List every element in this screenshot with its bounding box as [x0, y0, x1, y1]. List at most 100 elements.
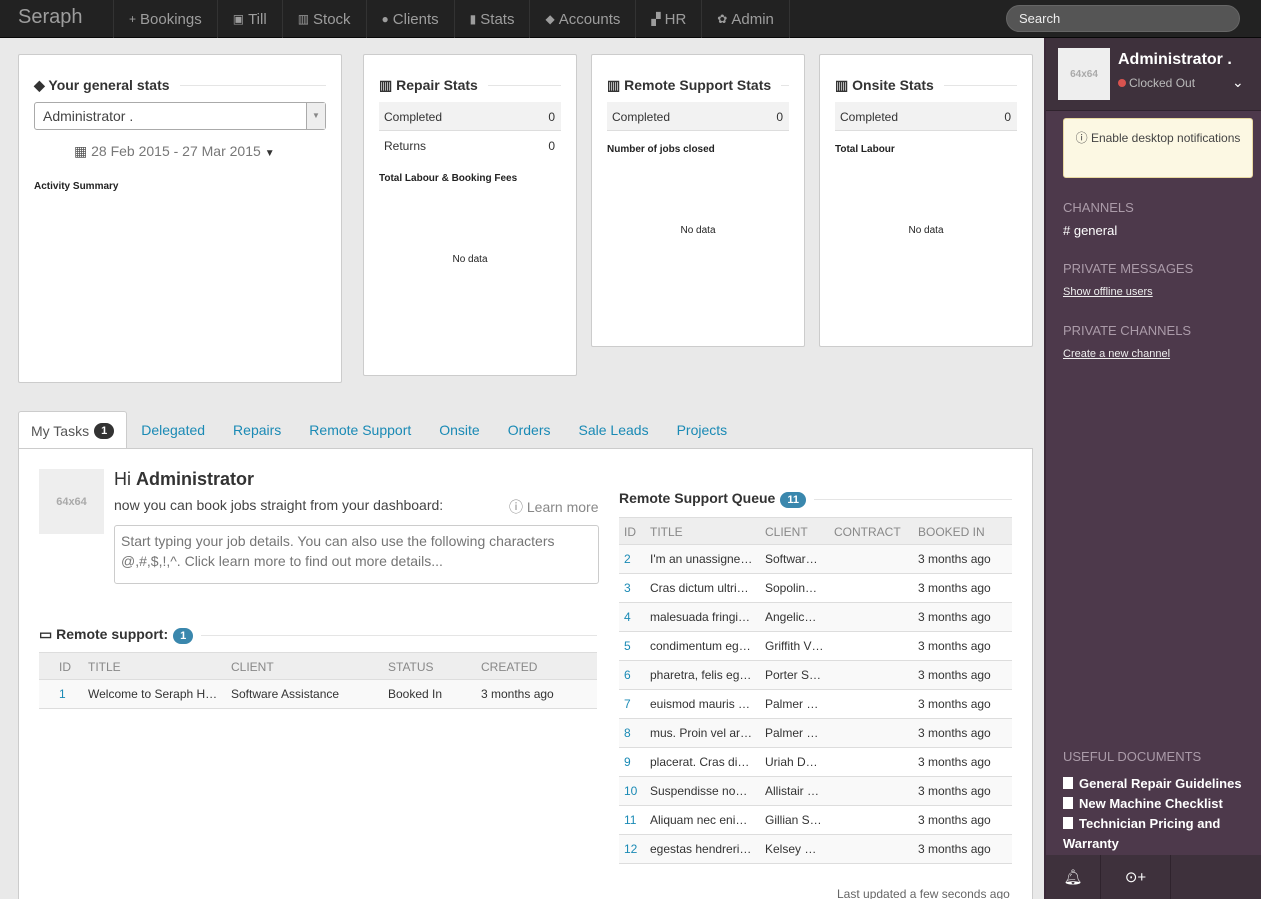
col-title[interactable]: TITLE	[650, 525, 683, 539]
cell-booked-in: 3 months ago	[918, 610, 991, 624]
nav-label: Bookings	[140, 10, 202, 28]
avatar: 64x64	[1058, 48, 1110, 100]
cell-id[interactable]: 12	[624, 842, 637, 856]
nav-admin[interactable]: ✿ Admin	[701, 0, 790, 38]
nav-clients[interactable]: ● Clients	[365, 0, 454, 38]
nav-label: Stats	[480, 10, 515, 28]
cell-title: Aliquam nec eni…	[650, 813, 748, 827]
cell-client: Gillian S…	[765, 813, 822, 827]
chart-label: Total Labour & Booking Fees	[379, 173, 518, 184]
tab-sale-leads[interactable]: Sale Leads	[565, 411, 663, 449]
doc-link[interactable]: New Machine Checklist	[1063, 794, 1253, 814]
cell-id[interactable]: 8	[624, 726, 631, 740]
col-client[interactable]: CLIENT	[231, 660, 274, 674]
stat-label: Completed	[840, 110, 899, 124]
tab-projects[interactable]: Projects	[663, 411, 742, 449]
table-row[interactable]: 5 condimentum eg… Griffith V… 3 months ago	[619, 632, 1012, 661]
table-row[interactable]: 6 pharetra, felis eg… Porter S… 3 months ag…	[619, 661, 1012, 690]
table-row[interactable]: 11 Aliquam nec eni… Gillian S… 3 months ago	[619, 806, 1012, 835]
repair-stats-title: ▥ Repair Stats	[379, 77, 488, 94]
doc-link[interactable]: General Repair Guidelines	[1063, 774, 1253, 794]
activity-summary-label: Activity Summary	[34, 181, 119, 192]
cell-id[interactable]: 10	[624, 784, 637, 798]
doc-link[interactable]: Technician Pricing and Warranty	[1063, 814, 1253, 854]
search-input[interactable]	[1006, 5, 1240, 32]
col-status[interactable]: STATUS	[388, 660, 434, 674]
nav-bookings[interactable]: + Bookings	[113, 0, 217, 38]
info-icon: ⓘ	[509, 499, 523, 515]
cell-id[interactable]: 5	[624, 639, 631, 653]
cell-id[interactable]: 11	[624, 813, 636, 827]
tab-repairs[interactable]: Repairs	[219, 411, 295, 449]
doc-title: Technician Pricing and Warranty	[1063, 816, 1221, 851]
table-row[interactable]: 9 placerat. Cras di… Uriah D… 3 months ago	[619, 748, 1012, 777]
user-select[interactable]: Administrator . ▼	[34, 102, 326, 130]
queue-table-header: ID TITLE CLIENT CONTRACT BOOKED IN	[619, 517, 1012, 545]
col-contract[interactable]: CONTRACT	[834, 525, 901, 539]
table-row[interactable]: 2 I'm an unassigne… Softwar… 3 months ago	[619, 545, 1012, 574]
tab-remote-support[interactable]: Remote Support	[295, 411, 425, 449]
greeting: Hi Administrator	[114, 469, 254, 490]
cell-id[interactable]: 2	[624, 552, 631, 566]
nav-stats[interactable]: ▮ Stats	[453, 0, 530, 38]
nav-accounts[interactable]: ◆ Accounts	[529, 0, 635, 38]
cell-id[interactable]: 6	[624, 668, 631, 682]
enable-notifications-button[interactable]: ⓘ Enable desktop notifications	[1063, 118, 1253, 178]
table-row[interactable]: 4 malesuada fringi… Angelic… 3 months ago	[619, 603, 1012, 632]
col-booked-in[interactable]: BOOKED IN	[918, 525, 985, 539]
table-row[interactable]: 1 Welcome to Seraph H… Software Assistan…	[39, 680, 597, 709]
cell-title: placerat. Cras di…	[650, 755, 750, 769]
last-updated-text: Last updated a few seconds ago	[837, 887, 1010, 899]
clock-in-icon[interactable]: ⊙+	[1101, 855, 1171, 899]
channel-general[interactable]: # general	[1063, 223, 1117, 238]
doc-title: New Machine Checklist	[1079, 796, 1223, 811]
remote-support-count-badge: 1	[173, 628, 194, 644]
task-count-badge: 1	[94, 422, 115, 439]
job-details-input[interactable]	[114, 525, 599, 584]
brand-logo[interactable]: Seraph	[18, 6, 83, 29]
bell-icon[interactable]: 🔔︎	[1046, 855, 1101, 899]
useful-documents-heading: USEFUL DOCUMENTS	[1063, 749, 1202, 764]
nav-till[interactable]: ▣ Till	[216, 0, 282, 38]
table-row[interactable]: 3 Cras dictum ultri… Sopolin… 3 months ago	[619, 574, 1012, 603]
queue-title: Remote Support Queue 11	[619, 490, 814, 508]
cell-id[interactable]: 9	[624, 755, 631, 769]
gears-icon: ✿	[717, 12, 728, 26]
calendar-icon: ▦	[74, 143, 88, 159]
table-row[interactable]: 10 Suspendisse no… Allistair … 3 months ago	[619, 777, 1012, 806]
table-row[interactable]: 8 mus. Proin vel ar… Palmer … 3 months ago	[619, 719, 1012, 748]
date-range-picker[interactable]: ▦ 28 Feb 2015 - 27 Mar 2015 ▼	[74, 143, 275, 160]
create-channel-link[interactable]: Create a new channel	[1063, 348, 1170, 360]
stat-row: Completed 0	[379, 102, 561, 131]
stat-value: 0	[1004, 110, 1011, 124]
col-client[interactable]: CLIENT	[765, 525, 808, 539]
table-row[interactable]: 12 egestas hendreri… Kelsey … 3 months ago	[619, 835, 1012, 864]
caret-down-icon[interactable]: ▼	[306, 103, 325, 129]
nav-hr[interactable]: ▞ HR	[635, 0, 701, 38]
col-id[interactable]: ID	[624, 525, 636, 539]
private-channels-heading: PRIVATE CHANNELS	[1063, 323, 1192, 338]
cell-id[interactable]: 3	[624, 581, 631, 595]
tab-my-tasks[interactable]: My Tasks 1	[18, 411, 128, 449]
tab-orders[interactable]: Orders	[494, 411, 565, 449]
table-row[interactable]: 7 euismod mauris … Palmer … 3 months ago	[619, 690, 1012, 719]
chevron-down-icon[interactable]: ⌄	[1232, 74, 1244, 91]
laptop-icon: ▭	[39, 626, 57, 642]
show-offline-users-link[interactable]: Show offline users	[1063, 286, 1153, 298]
col-title[interactable]: TITLE	[88, 660, 121, 674]
nav-label: HR	[664, 10, 687, 28]
col-created[interactable]: CREATED	[481, 660, 537, 674]
tab-onsite[interactable]: Onsite	[425, 411, 493, 449]
cell-client: Angelic…	[765, 610, 817, 624]
col-id[interactable]: ID	[59, 660, 71, 674]
tab-delegated[interactable]: Delegated	[127, 411, 219, 449]
cell-id[interactable]: 4	[624, 610, 631, 624]
learn-more-link[interactable]: ⓘ Learn more	[509, 497, 598, 517]
sidebar-user-header[interactable]: 64x64 Administrator . Clocked Out ⌄	[1046, 38, 1261, 111]
cell-id[interactable]: 1	[59, 687, 66, 701]
bar-chart-icon: ▥	[835, 77, 853, 93]
nav-stock[interactable]: ▥ Stock	[281, 0, 366, 38]
cell-booked-in: 3 months ago	[918, 697, 991, 711]
cell-id[interactable]: 7	[624, 697, 631, 711]
cell-title: condimentum eg…	[650, 639, 751, 653]
